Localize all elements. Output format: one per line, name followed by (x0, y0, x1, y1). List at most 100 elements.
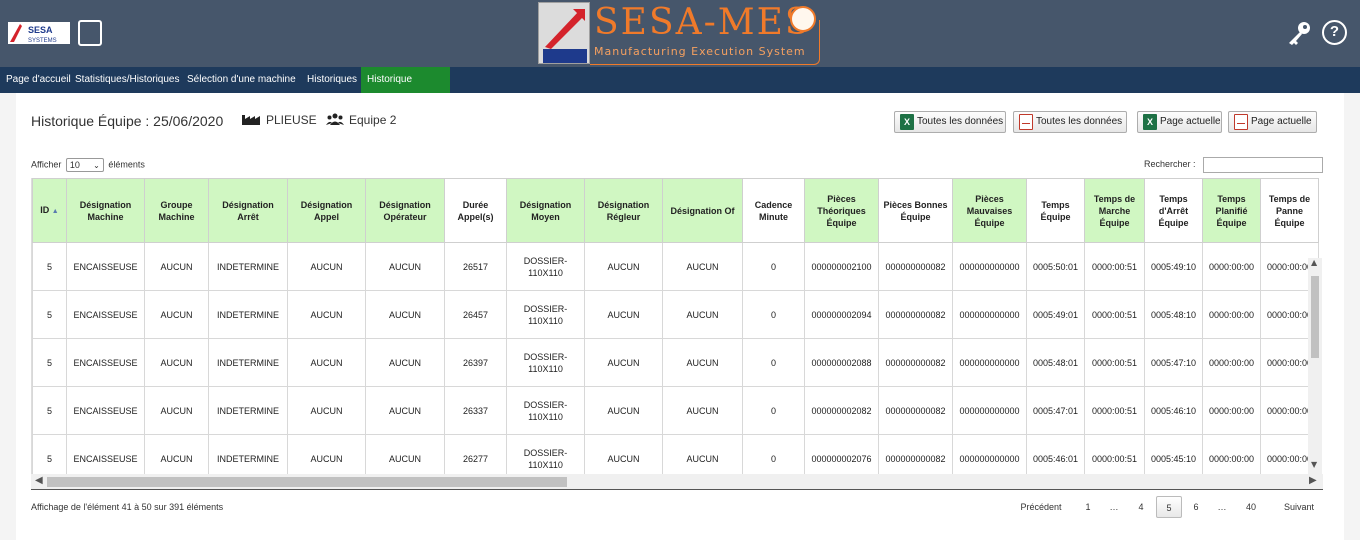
table-cell: AUCUN (584, 338, 663, 387)
chevron-right-icon[interactable]: ▶ (1309, 475, 1317, 486)
table-cell: AUCUN (365, 434, 445, 474)
excel-icon: X (1143, 114, 1157, 130)
tablet-icon[interactable] (78, 20, 102, 46)
column-header[interactable]: Pièces Mauvaises Équipe (952, 178, 1027, 243)
data-table: ID ▲ Désignation Machine Groupe Machine … (32, 178, 1319, 474)
chevron-left-icon[interactable]: ◀ (35, 475, 43, 486)
horizontal-scrollbar[interactable]: ◀ ▶ (31, 474, 1323, 490)
table-row[interactable]: 5 ENCAISSEUSE AUCUN INDETERMINE AUCUN AUCUN 26… (32, 242, 1319, 291)
chevron-up-icon[interactable]: ▲ (1311, 258, 1317, 267)
sort-asc-icon: ▲ (51, 207, 59, 215)
scroll-thumb[interactable] (1311, 276, 1319, 358)
column-header[interactable]: Temps d'Arrêt Équipe (1144, 178, 1203, 243)
table-cell: 000000000082 (878, 434, 953, 474)
table-cell: 0000:00:00 (1202, 434, 1261, 474)
column-header[interactable]: Pièces Théoriques Équipe (804, 178, 879, 243)
table-cell: 000000000000 (952, 386, 1027, 435)
table-cell: 0 (742, 290, 805, 339)
table-cell: 0005:47:01 (1026, 386, 1085, 435)
pagination-next[interactable]: Suivant (1274, 496, 1324, 518)
show-prefix: Afficher (31, 159, 62, 170)
nav-home[interactable]: Page d'accueil (0, 67, 77, 93)
column-header[interactable]: Désignation Machine (66, 178, 145, 243)
search-input[interactable] (1203, 157, 1323, 173)
column-header[interactable]: Désignation Régleur (584, 178, 663, 243)
main-content: Historique Équipe : 25/06/2020 PLIEUSE E… (16, 93, 1344, 540)
table-cell: 000000002100 (804, 242, 879, 291)
table-cell: 0005:50:01 (1026, 242, 1085, 291)
nav-machine-select[interactable]: Sélection d'une machine (181, 67, 302, 93)
table-cell: 5 (32, 338, 67, 387)
excel-icon: X (900, 114, 914, 130)
svg-text:SYSTEMS: SYSTEMS (28, 38, 57, 44)
table-header-row: ID ▲ Désignation Machine Groupe Machine … (32, 178, 1319, 243)
table-cell: AUCUN (365, 386, 445, 435)
nav-team-history[interactable]: Historique Équipe (361, 67, 450, 111)
column-header[interactable]: Temps de Panne Équipe (1260, 178, 1319, 243)
column-header[interactable]: Désignation Of (662, 178, 743, 243)
table-cell: AUCUN (144, 338, 209, 387)
table-cell: 26277 (444, 434, 507, 474)
logo-title: SESA-MES (594, 2, 812, 43)
export-all-pdf-button[interactable]: Toutes les données (1013, 111, 1127, 133)
table-row[interactable]: 5 ENCAISSEUSE AUCUN INDETERMINE AUCUN AUCUN 26… (32, 434, 1319, 474)
table-cell: 0000:00:51 (1084, 290, 1145, 339)
sesa-systems-logo[interactable]: SESA SYSTEMS (8, 20, 70, 46)
button-label: Page actuelle (1251, 116, 1312, 127)
column-header[interactable]: Groupe Machine (144, 178, 209, 243)
table-cell: 0005:46:10 (1144, 386, 1203, 435)
table-row[interactable]: 5 ENCAISSEUSE AUCUN INDETERMINE AUCUN AUCUN 26… (32, 386, 1319, 435)
column-header[interactable]: Pièces Bonnes Équipe (878, 178, 953, 243)
pagination-page-6[interactable]: 6 (1186, 496, 1206, 518)
column-header[interactable]: Temps de Marche Équipe (1084, 178, 1145, 243)
help-icon[interactable]: ? (1322, 20, 1347, 45)
table-row[interactable]: 5 ENCAISSEUSE AUCUN INDETERMINE AUCUN AUCUN 26… (32, 338, 1319, 387)
page-title: Historique Équipe : 25/06/2020 (31, 113, 224, 129)
pagination-page-40[interactable]: 40 (1238, 496, 1264, 518)
chevron-down-icon[interactable]: ▼ (1311, 460, 1317, 469)
column-header[interactable]: ID ▲ (32, 178, 67, 243)
export-all-excel-button[interactable]: X Toutes les données (894, 111, 1006, 133)
table-cell: 0000:00:00 (1202, 290, 1261, 339)
pagination-page-5[interactable]: 5 (1156, 496, 1182, 518)
chevron-down-icon: ⌄ (93, 161, 100, 170)
table-cell: ENCAISSEUSE (66, 434, 145, 474)
vertical-scrollbar[interactable]: ▲ ▼ (1308, 258, 1322, 474)
pagination-page-1[interactable]: 1 (1078, 496, 1098, 518)
column-header[interactable]: Durée Appel(s) (444, 178, 507, 243)
table-cell: AUCUN (662, 386, 743, 435)
column-header[interactable]: Désignation Arrêt (208, 178, 288, 243)
page-length-select[interactable]: 10 ⌄ (65, 158, 104, 172)
table-cell: DOSSIER-110X110 (506, 290, 585, 339)
button-label: Toutes les données (917, 116, 1004, 127)
table-cell: 000000000082 (878, 242, 953, 291)
table-row[interactable]: 5 ENCAISSEUSE AUCUN INDETERMINE AUCUN AUCUN 26… (32, 290, 1319, 339)
table-cell: 5 (32, 290, 67, 339)
table-cell: 26337 (444, 386, 507, 435)
column-header[interactable]: Désignation Opérateur (365, 178, 445, 243)
pdf-icon (1234, 114, 1248, 130)
machine-name: PLIEUSE (266, 113, 317, 127)
data-table-container: ID ▲ Désignation Machine Groupe Machine … (31, 178, 1323, 474)
export-page-pdf-button[interactable]: Page actuelle (1228, 111, 1317, 133)
table-cell: 000000002088 (804, 338, 879, 387)
pagination-page-4[interactable]: 4 (1131, 496, 1151, 518)
button-label: Page actuelle (1160, 116, 1221, 127)
nav-statistics[interactable]: Statistiques/Historiques (69, 67, 186, 93)
column-header[interactable]: Temps Équipe (1026, 178, 1085, 243)
pagination-previous[interactable]: Précédent (1011, 496, 1071, 518)
scroll-thumb[interactable] (47, 477, 567, 487)
export-page-excel-button[interactable]: X Page actuelle (1137, 111, 1222, 133)
table-cell: INDETERMINE (208, 242, 288, 291)
nav-history[interactable]: Historiques (301, 67, 363, 93)
breadcrumb-nav: Page d'accueil Statistiques/Historiques … (0, 67, 1360, 111)
column-header[interactable]: Désignation Moyen (506, 178, 585, 243)
column-header[interactable]: Désignation Appel (287, 178, 366, 243)
table-cell: 000000000082 (878, 290, 953, 339)
show-suffix: éléments (108, 159, 145, 170)
column-header[interactable]: Cadence Minute (742, 178, 805, 243)
column-header[interactable]: Temps Planifié Équipe (1202, 178, 1261, 243)
table-cell: AUCUN (144, 242, 209, 291)
table-cell: DOSSIER-110X110 (506, 386, 585, 435)
key-icon[interactable] (1286, 20, 1312, 46)
